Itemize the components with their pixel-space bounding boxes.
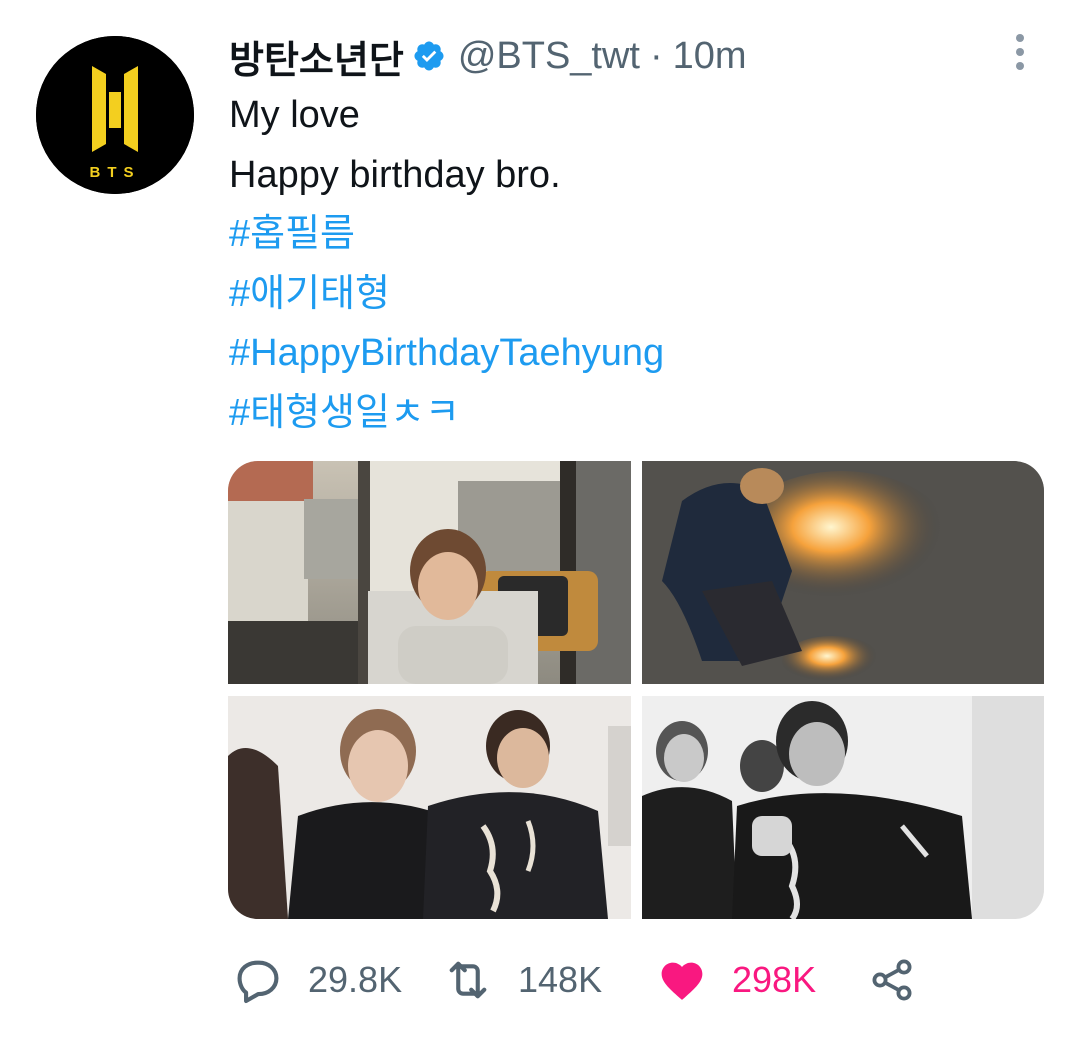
fire-scene-photo (642, 461, 1044, 684)
retweet-button[interactable]: 148K (442, 952, 602, 1008)
hashtag-link[interactable]: #홉필름 (229, 205, 1049, 265)
hashtag-link[interactable]: #애기태형 (229, 265, 1049, 325)
more-vertical-icon (1016, 34, 1024, 70)
tweet-text-line: Happy birthday bro. (229, 153, 561, 196)
share-icon (872, 959, 912, 1001)
heart-filled-icon (661, 962, 703, 1000)
members-bw-photo (642, 696, 1044, 919)
avatar-label: BTS (90, 164, 141, 181)
reply-count: 29.8K (308, 959, 403, 1000)
bts-logo: BTS (36, 36, 194, 194)
retweet-icon (449, 961, 487, 999)
reply-button[interactable]: 29.8K (232, 952, 402, 1008)
media-photo-3[interactable] (228, 696, 631, 919)
train-window-photo (228, 461, 631, 684)
media-photo-2[interactable] (642, 461, 1044, 684)
more-options-button[interactable] (1008, 32, 1032, 72)
media-photo-4[interactable] (642, 696, 1044, 919)
tweet-timestamp[interactable]: 10m (673, 35, 747, 78)
author-display-name[interactable]: 방탄소년단 (229, 29, 404, 84)
tweet-header: 방탄소년단 @BTS_twt · 10m (229, 28, 747, 84)
retweet-count: 148K (518, 959, 603, 1000)
author-handle[interactable]: @BTS_twt (458, 35, 640, 78)
media-photo-1[interactable] (228, 461, 631, 684)
verified-badge-icon (412, 39, 446, 73)
hashtag-link[interactable]: #HappyBirthdayTaehyung (229, 324, 1049, 384)
like-count: 298K (732, 959, 817, 1000)
media-grid (228, 461, 1044, 919)
share-button[interactable] (868, 952, 916, 1008)
separator-dot: · (649, 34, 663, 77)
hashtag-link[interactable]: #태형생일ㅊㅋ (229, 384, 1049, 444)
tweet-text-line: My love (229, 94, 360, 136)
author-avatar[interactable]: BTS (36, 36, 194, 194)
tweet-text: My love Happy birthday bro. #홉필름 #애기태형 #… (229, 86, 1049, 443)
like-button[interactable]: 298K (656, 952, 816, 1008)
reply-bubble-icon (237, 960, 279, 1004)
members-laughing-photo (228, 696, 631, 919)
tweet-action-bar: 29.8K 148K 298K (232, 952, 932, 1008)
